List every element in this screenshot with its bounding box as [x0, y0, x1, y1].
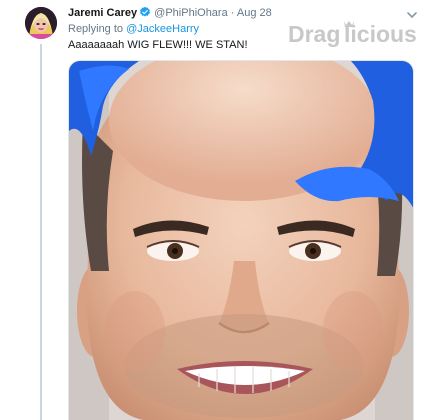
tweet-media-photo[interactable] [68, 60, 414, 420]
reply-context: Replying to @JackeeHarry [68, 22, 199, 36]
tweet-date[interactable]: Aug 28 [237, 7, 272, 19]
face-photo [69, 61, 413, 420]
watermark-text-part1: Drag [288, 21, 340, 47]
user-handle[interactable]: @PhiPhiOhara [154, 7, 228, 19]
watermark-text-part2: licious [344, 21, 417, 47]
draglicious-logo: Drag licious [288, 12, 420, 52]
avatar-image [25, 7, 57, 39]
display-name[interactable]: Jaremi Carey [68, 7, 137, 19]
reply-prefix: Replying to [68, 23, 124, 35]
separator-dot: · [230, 7, 235, 19]
tweet-text: Aaaaaaaah WIG FLEW!!! WE STAN! [68, 39, 248, 51]
reply-to-handle[interactable]: @JackeeHarry [126, 23, 199, 35]
verified-badge-icon [139, 6, 151, 23]
thread-connector-line [40, 44, 42, 420]
avatar[interactable] [25, 7, 57, 39]
